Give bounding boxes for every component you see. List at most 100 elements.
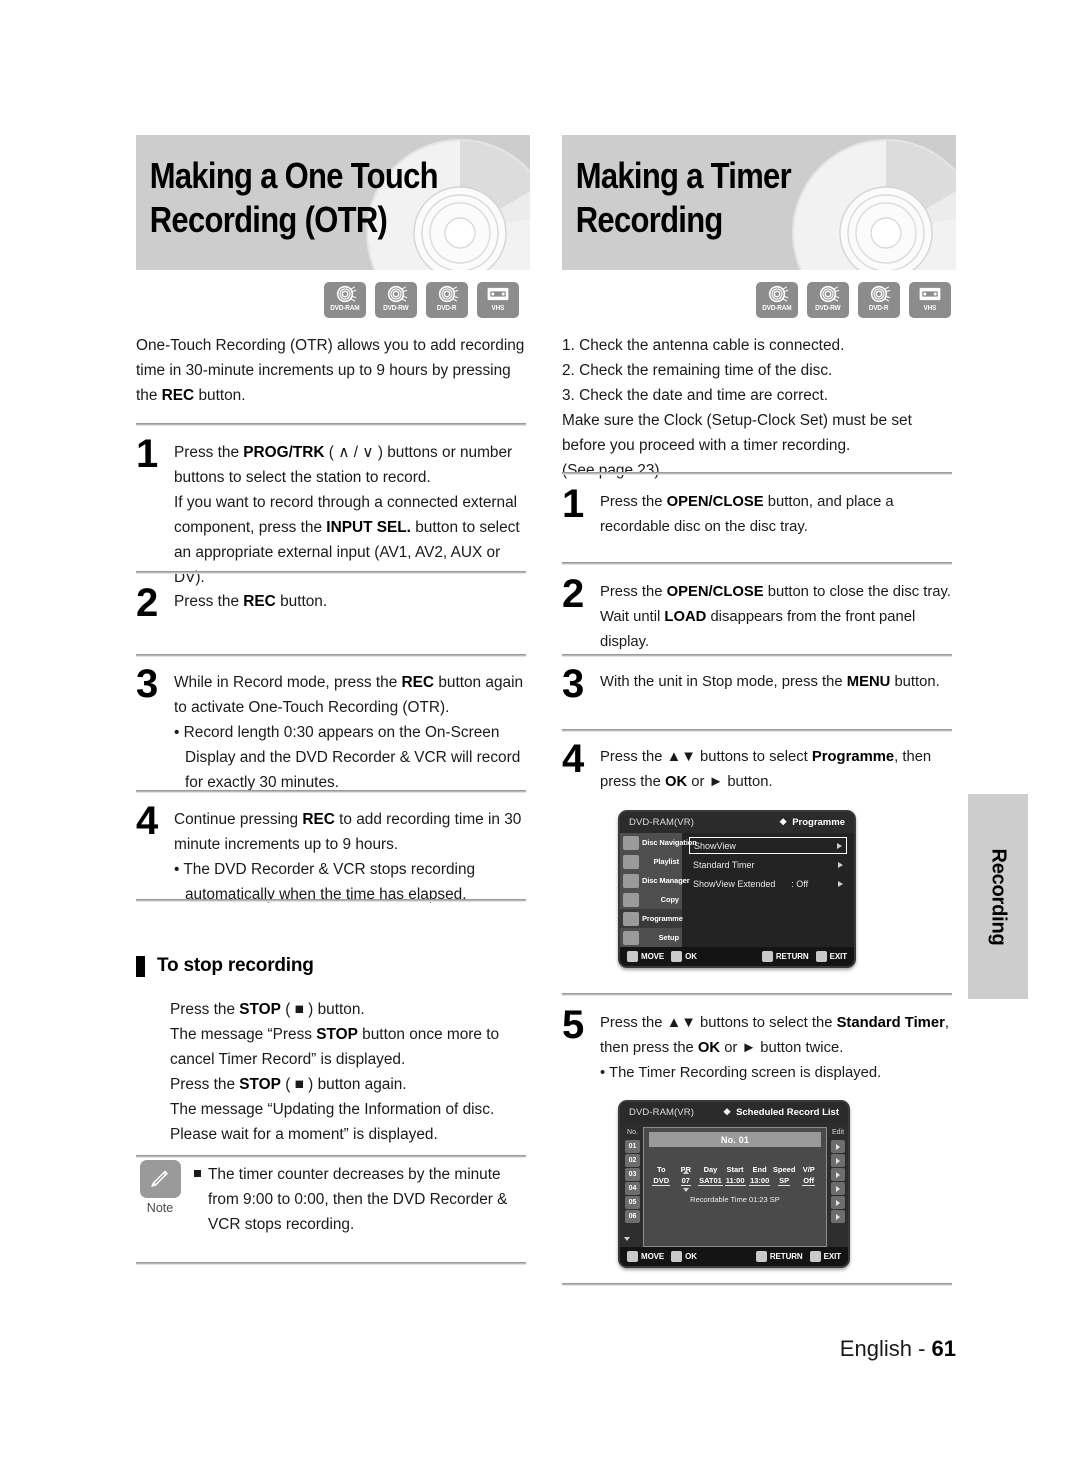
osd-edit-header: Edit <box>831 1129 845 1136</box>
osd-footer-hint: RETURN <box>755 1251 803 1262</box>
osd-screen-title: ❖ Programme <box>779 817 845 828</box>
diamond-icon: ❖ <box>779 817 788 827</box>
step-text: Press the OPEN/CLOSE button, and place a… <box>600 494 894 535</box>
programme-icon <box>623 911 639 926</box>
right-media-icon-row: DVD-RAM DVD-RW DVD-R VHS <box>756 282 951 318</box>
osd-sidebar-item[interactable]: Playlist <box>620 852 682 871</box>
arrow-down-icon <box>682 1188 689 1192</box>
osd-sidebar-item[interactable]: Disc Navigation <box>620 833 697 852</box>
osd-sidebar-label: Disc Navigation <box>642 838 697 847</box>
osd-sidebar-item[interactable]: Setup <box>620 928 682 947</box>
divider <box>136 571 526 574</box>
osd-footer-hint: EXIT <box>809 1251 841 1262</box>
dvd-ram-icon: DVD-RAM <box>324 282 366 318</box>
step-text: With the unit in Stop mode, press the ME… <box>600 674 940 690</box>
osd-footer-hint: MOVE <box>627 951 664 962</box>
osd-cell[interactable]: DVD <box>649 1176 674 1186</box>
osd-schedule-table: To PR Day Start End Speed V/P DVD 07 SAT01 11:00 1… <box>649 1165 821 1192</box>
osd-screen-title: ❖ Scheduled Record List <box>722 1107 839 1118</box>
osd-disc-label: DVD-RAM(VR) <box>629 1107 694 1118</box>
osd-schedule-edit-column: Edit <box>828 1127 848 1247</box>
osd-edit-button[interactable] <box>831 1168 845 1181</box>
otr-step-1: 1 Press the PROG/TRK ( ∧ / ∨ ) buttons o… <box>136 432 530 590</box>
osd-cell[interactable]: 11:00 <box>723 1176 748 1186</box>
osd-menu-label: ShowView Extended <box>693 878 776 889</box>
osd-cell[interactable]: 07 <box>674 1170 699 1192</box>
divider <box>562 993 952 996</box>
osd-edit-button[interactable] <box>831 1196 845 1209</box>
osd-menu-item[interactable]: Standard Timer <box>689 856 847 873</box>
osd-column-header: V/P <box>802 1165 815 1174</box>
osd-cell[interactable]: SP <box>772 1176 797 1186</box>
diamond-icon: ❖ <box>722 1107 732 1117</box>
step-text: Continue pressing REC to add recording t… <box>174 811 522 903</box>
osd-schedule-slot[interactable]: 03 <box>625 1168 640 1181</box>
dvd-rw-icon: DVD-RW <box>807 282 849 318</box>
step-number: 4 <box>562 737 584 781</box>
osd-edit-button[interactable] <box>831 1154 845 1167</box>
pencil-icon <box>139 1160 181 1198</box>
osd-entry-label: No. 01 <box>649 1132 821 1147</box>
playlist-icon <box>623 854 639 869</box>
osd-sidebar-label: Playlist <box>653 857 680 866</box>
osd-cell[interactable]: SAT01 <box>698 1176 723 1186</box>
osd-edit-button[interactable] <box>831 1210 845 1223</box>
step-number: 3 <box>562 662 584 706</box>
osd-cell[interactable]: 13:00 <box>747 1176 772 1186</box>
osd-schedule-slot[interactable]: 05 <box>625 1196 640 1209</box>
table-value-row: DVD 07 SAT01 11:00 13:00 SP Off <box>649 1170 821 1192</box>
osd-edit-button[interactable] <box>831 1182 845 1195</box>
osd-sidebar: Disc Navigation Playlist Disc Manager Copy P… <box>620 833 697 947</box>
osd-sidebar-item[interactable]: Copy <box>620 890 682 909</box>
osd-sidebar-label: Setup <box>658 933 679 942</box>
osd-sidebar-item[interactable]: Disc Manager <box>620 871 690 890</box>
dvd-ram-icon: DVD-RAM <box>756 282 798 318</box>
osd-menu-item[interactable]: ShowView Extended : Off <box>689 875 847 892</box>
chevron-right-icon <box>836 1157 840 1164</box>
dvd-r-icon: DVD-R <box>426 282 468 318</box>
divider <box>136 1155 526 1158</box>
step-number: 3 <box>136 662 158 706</box>
return-key <box>761 951 773 962</box>
note-label: Note <box>146 1201 174 1215</box>
media-icon-caption: DVD-RAM <box>330 305 360 312</box>
osd-footer-hint: OK <box>671 1251 697 1262</box>
step-number: 2 <box>562 572 584 616</box>
osd-schedule-slot[interactable]: 01 <box>625 1140 640 1153</box>
vhs-icon: VHS <box>477 282 519 318</box>
osd-schedule-slot[interactable]: 02 <box>625 1154 640 1167</box>
osd-cell[interactable]: Off <box>796 1176 821 1186</box>
otr-step-3: 3 While in Record mode, press the REC bu… <box>136 662 530 795</box>
chevron-right-icon <box>838 861 843 868</box>
osd-title-bar: DVD-RAM(VR) ❖ Scheduled Record List <box>620 1102 848 1123</box>
setup-icon <box>623 930 639 945</box>
osd-schedule-slot[interactable]: 04 <box>625 1182 640 1195</box>
step-text: While in Record mode, press the REC butt… <box>174 674 524 791</box>
osd-schedule-slot[interactable]: 06 <box>625 1210 640 1223</box>
osd-menu-value: : Off <box>791 878 809 889</box>
osd-edit-button[interactable] <box>831 1140 845 1153</box>
copy-icon <box>623 892 639 907</box>
media-icon-caption: DVD-R <box>869 305 889 312</box>
dvd-r-icon: DVD-R <box>858 282 900 318</box>
right-banner: Making a Timer Recording <box>562 135 956 270</box>
right-banner-title: Making a Timer Recording <box>575 155 792 240</box>
leftright-key <box>627 1251 638 1262</box>
media-icon-caption: DVD-R <box>437 305 457 312</box>
osd-sidebar-item[interactable]: Programme <box>620 909 683 928</box>
media-icon-caption: VHS <box>923 305 937 312</box>
osd-menu-item[interactable]: ShowView <box>689 837 847 854</box>
osd-footer-label: EXIT <box>829 952 847 961</box>
step-number: 1 <box>136 432 158 476</box>
note-box: Note The timer counter decreases by the … <box>136 1160 530 1237</box>
timer-step-4: 4 Press the ▲▼ buttons to select Program… <box>562 737 956 795</box>
side-tab-label: Recording <box>987 847 1010 946</box>
exit-key <box>809 1251 821 1262</box>
otr-step-2: 2 Press the REC button. <box>136 583 530 623</box>
footer-page-number: 61 <box>931 1336 956 1361</box>
osd-menu-list: ShowView Standard Timer ShowView Extended:… <box>682 833 854 947</box>
step-number: 5 <box>562 1003 584 1047</box>
return-key <box>755 1251 767 1262</box>
manual-page: Making a One Touch Recording (OTR) Makin… <box>0 0 1080 1482</box>
divider <box>136 654 526 657</box>
